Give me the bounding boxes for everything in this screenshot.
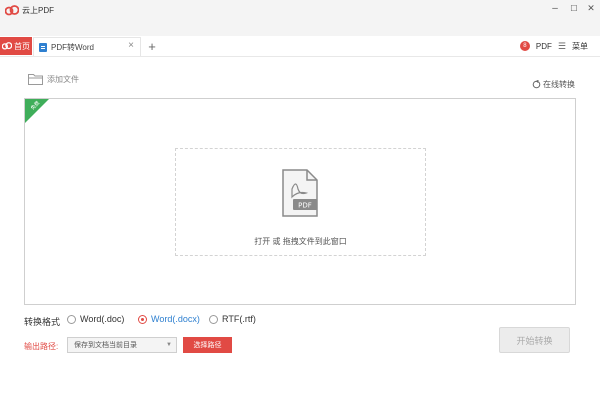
word-doc-icon [39,42,47,52]
chevron-down-icon: ▼ [166,342,172,348]
online-convert-label: 在线转换 [543,80,575,89]
file-drop-panel[interactable]: 免费 PDF 打开 或 拖拽文件到此窗口 [24,98,576,305]
drop-hint: 打开 或 拖拽文件到此窗口 [254,237,347,246]
refresh-icon [532,80,541,89]
close-button[interactable]: ✕ [585,1,597,15]
radio-word-doc[interactable]: Word(.doc) [67,314,124,324]
title-bar: 云上PDF – ☐ ✕ [0,0,600,36]
minimize-button[interactable]: – [549,1,561,15]
radio-rtf-label: RTF(.rtf) [222,314,256,324]
header-tools: 8 PDF ☰ 菜单 [519,38,588,54]
tab-home-label: 首页 [14,41,30,51]
add-file-button[interactable]: 添加文件 [28,73,79,85]
free-corner-badge: 免费 [25,99,49,123]
user-avatar[interactable]: 8 [519,41,530,51]
folder-icon [28,74,43,85]
tab-pdf-to-word[interactable]: PDF转Word × [33,37,141,56]
menu-icon[interactable]: ☰ [558,41,566,52]
pdf-file-icon: PDF [282,169,318,217]
output-path-value: 保存到文档当前目录 [74,342,137,349]
output-path-select[interactable]: 保存到文档当前目录 ▼ [67,337,177,353]
radio-word-docx[interactable]: Word(.docx) [138,314,200,324]
app-window: 云上PDF – ☐ ✕ 首页 PDF转Word × + 8 PDF ☰ 菜单 添… [0,0,600,400]
maximize-button[interactable]: ☐ [568,1,580,15]
radio-word-docx-label: Word(.docx) [151,314,200,324]
pdf-menu-label[interactable]: PDF [536,42,552,51]
radio-button-selected[interactable] [138,314,147,324]
app-name: 云上PDF [22,5,54,15]
radio-button[interactable] [67,314,76,324]
add-file-label: 添加文件 [47,74,79,84]
menu-label[interactable]: 菜单 [572,41,588,52]
radio-button[interactable] [209,314,218,324]
start-convert-button[interactable]: 开始转换 [499,327,570,353]
cloud-logo-icon [5,4,19,15]
cloud-logo-icon [2,42,12,50]
radio-word-doc-label: Word(.doc) [80,314,125,324]
pdf-badge-text: PDF [298,202,312,210]
header-divider [0,56,600,57]
tab-home[interactable]: 首页 [0,37,32,55]
choose-path-button[interactable]: 选择路径 [183,337,232,353]
add-tab-icon[interactable]: + [145,37,159,55]
radio-rtf[interactable]: RTF(.rtf) [209,314,256,324]
drop-zone[interactable]: PDF 打开 或 拖拽文件到此窗口 [175,148,426,256]
tab-close-icon[interactable]: × [128,40,134,51]
output-path-label: 输出路径: [24,342,59,351]
tab-pdf-to-word-label: PDF转Word [51,42,94,52]
format-label: 转换格式 [24,317,61,327]
online-convert-link[interactable]: 在线转换 [532,79,575,90]
app-title: 云上PDF [5,3,54,17]
